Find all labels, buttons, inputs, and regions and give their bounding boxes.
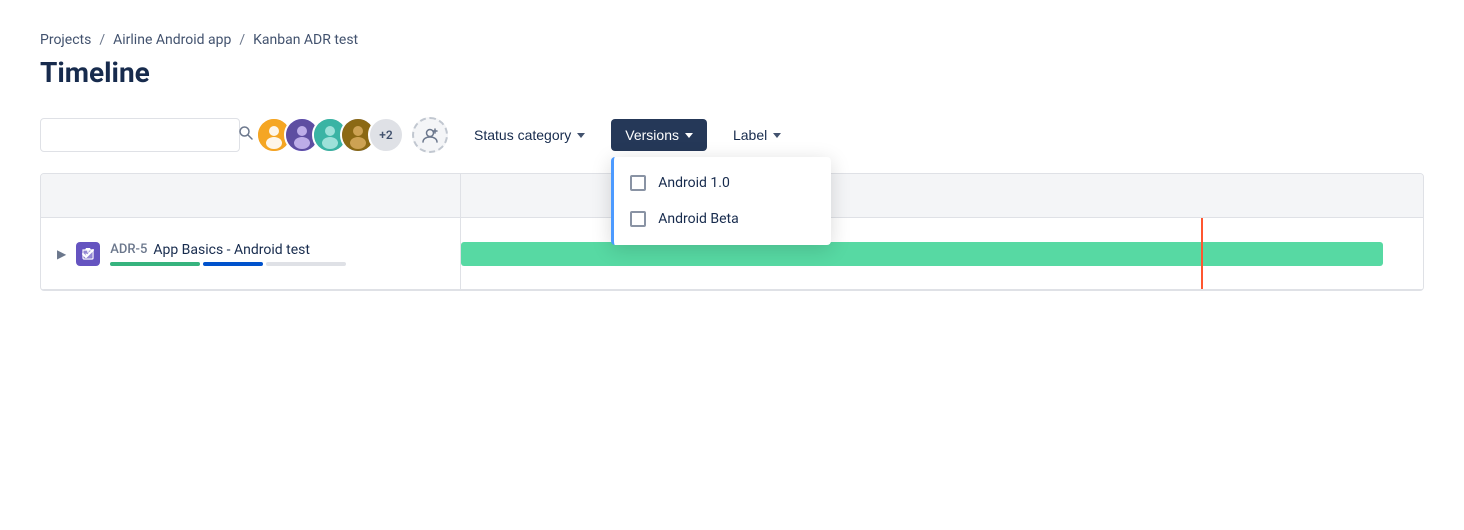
breadcrumb-kanban[interactable]: Kanban ADR test [253,32,358,48]
search-input[interactable] [53,127,234,143]
progress-bar-gray [266,262,346,266]
status-category-button[interactable]: Status category [460,119,599,151]
label-chevron-icon [773,133,781,138]
versions-dropdown-menu: Android 1.0 Android Beta [611,157,831,245]
checkbox-android-beta[interactable] [630,211,646,227]
progress-bar-blue [203,262,263,266]
breadcrumb-sep-1: / [99,32,105,48]
issue-info: ADR-5 App Basics - Android test [110,242,346,266]
status-category-chevron-icon [577,133,585,138]
issue-id: ADR-5 [110,242,147,257]
progress-bar-green [110,262,200,266]
timeline-header-left [41,174,461,217]
breadcrumb: Projects / Airline Android app / Kanban … [40,32,1424,48]
versions-option-android-10[interactable]: Android 1.0 [614,165,831,201]
timeline-row-left: ▶ ADR-5 App Basics - Android test [41,218,461,289]
versions-option-android-beta[interactable]: Android Beta [614,201,831,237]
label-button[interactable]: Label [719,119,795,151]
gantt-bar [461,242,1383,266]
avatar-count[interactable]: +2 [368,117,404,153]
search-box[interactable] [40,118,240,152]
timeline-row-right [461,218,1423,289]
issue-type-icon [76,242,100,266]
breadcrumb-projects[interactable]: Projects [40,32,91,48]
checkbox-android-10[interactable] [630,175,646,191]
page-container: Projects / Airline Android app / Kanban … [0,0,1464,291]
versions-chevron-icon [685,133,693,138]
versions-button[interactable]: Versions [611,119,707,151]
issue-title: App Basics - Android test [153,242,310,258]
progress-bars [110,262,346,266]
expand-icon[interactable]: ▶ [57,247,66,261]
timeline-header-right [461,174,1423,217]
versions-dropdown-container: Versions Android 1.0 Android Beta [611,119,707,151]
search-icon [238,125,254,145]
breadcrumb-airline[interactable]: Airline Android app [113,32,231,48]
toolbar: +2 Status category Versions [40,117,1424,153]
breadcrumb-sep-2: / [239,32,245,48]
avatar-group: +2 [256,117,448,153]
page-title: Timeline [40,56,1424,89]
avatar-add-user[interactable] [412,117,448,153]
today-line [1201,218,1203,289]
